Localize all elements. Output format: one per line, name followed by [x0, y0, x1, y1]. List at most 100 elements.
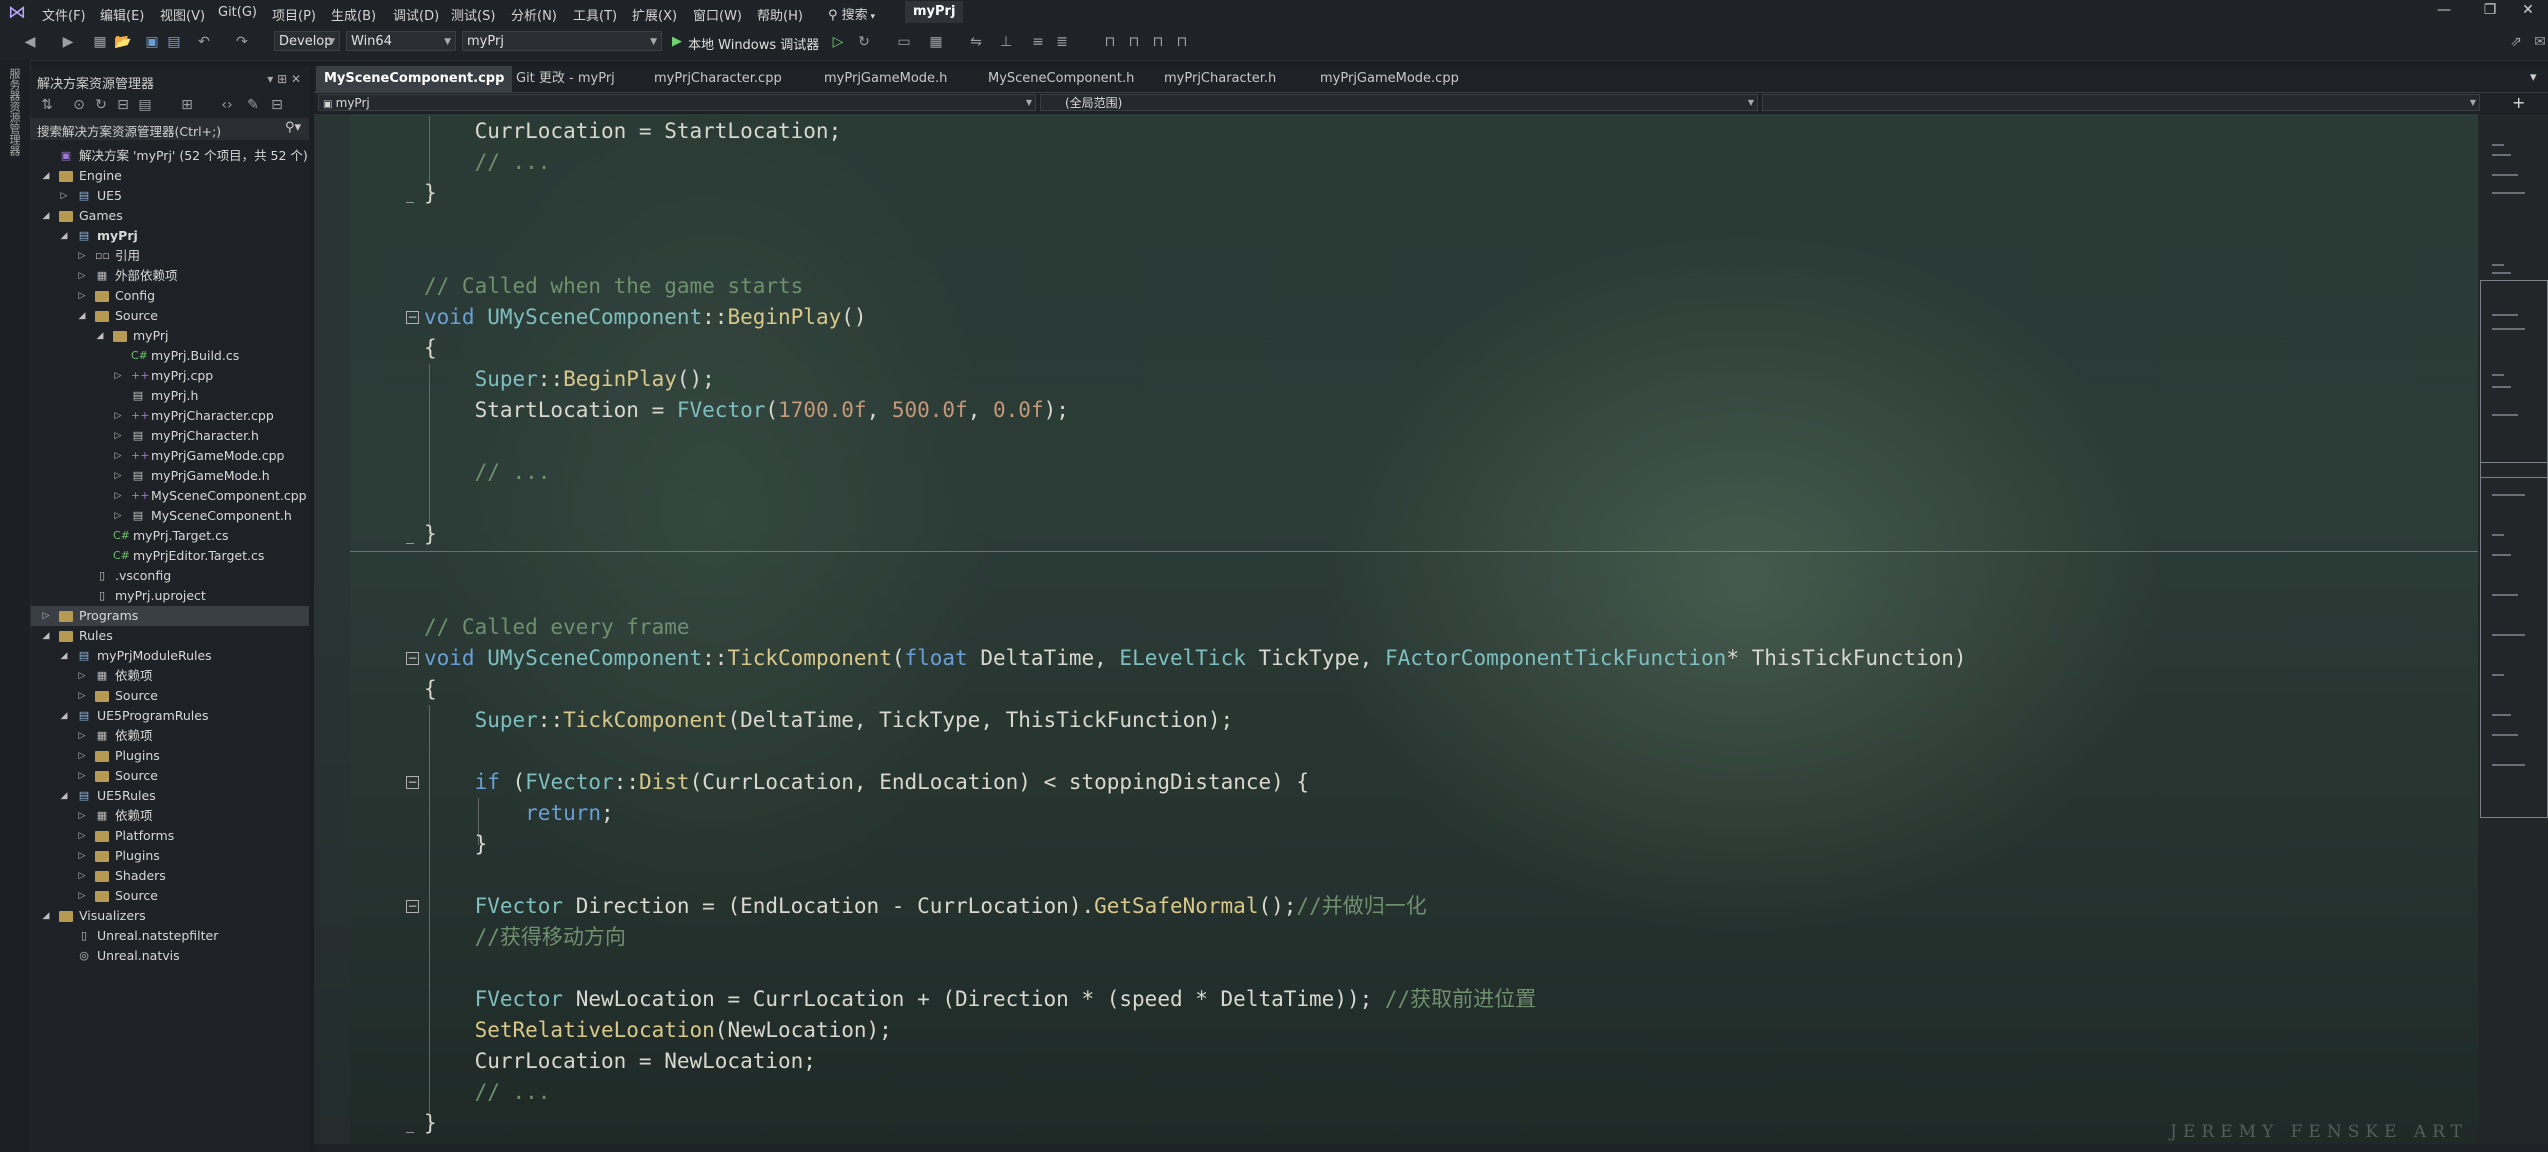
menu-item[interactable]: 调试(D) [393, 5, 439, 24]
history-icon[interactable]: ⊙ [71, 97, 87, 113]
tree-item[interactable]: ◢ ▤ myPrj [31, 226, 309, 246]
undo-icon[interactable]: ↶ [196, 34, 212, 50]
visual-studio-logo-icon[interactable]: ⋈ [8, 3, 30, 23]
tree-item[interactable]: C# myPrjEditor.Target.cs [31, 546, 309, 566]
menu-item[interactable]: 生成(B) [331, 5, 376, 24]
fold-toggle-icon[interactable]: − [406, 311, 419, 324]
menu-item[interactable]: 测试(S) [451, 5, 495, 24]
bookmark-prev-icon[interactable]: ⊓ [1126, 34, 1142, 50]
preview-icon[interactable]: ⊟ [269, 97, 285, 113]
collapsed-arrow-icon[interactable]: ▷ [113, 506, 123, 526]
tree-item[interactable]: ◢ myPrj [31, 326, 309, 346]
tree-item[interactable]: ▷ ++ MySceneComponent.cpp [31, 486, 309, 506]
tree-item[interactable]: C# myPrj.Build.cs [31, 346, 309, 366]
bookmark-clear-icon[interactable]: ⊓ [1174, 34, 1190, 50]
tree-item[interactable]: ▯ .vsconfig [31, 566, 309, 586]
tree-item[interactable]: ▷ Shaders [31, 866, 309, 886]
tree-item[interactable]: ▷ Platforms [31, 826, 309, 846]
bookmark-icon[interactable]: ⊓ [1102, 34, 1118, 50]
tree-item[interactable]: ▷ ▤ myPrjGameMode.h [31, 466, 309, 486]
startup-project-select[interactable]: myPrj ▼ [462, 31, 662, 51]
tree-item[interactable]: ◢ ▤ myPrjModuleRules [31, 646, 309, 666]
collapsed-arrow-icon[interactable]: ▷ [113, 426, 123, 446]
tree-item[interactable]: ◢ Games [31, 206, 309, 226]
tree-item[interactable]: ◢ Engine [31, 166, 309, 186]
feedback-icon[interactable]: ✉ [2532, 34, 2548, 50]
menu-item[interactable]: 视图(V) [160, 5, 205, 24]
tree-item[interactable]: ▤ myPrj.h [31, 386, 309, 406]
expanded-arrow-icon[interactable]: ◢ [59, 786, 69, 806]
collapse-all-icon[interactable]: ⊟ [115, 97, 131, 113]
menu-item[interactable]: 文件(F) [42, 5, 86, 24]
tree-item[interactable]: ▷ ▤ MySceneComponent.h [31, 506, 309, 526]
collapsed-arrow-icon[interactable]: ▷ [77, 246, 87, 266]
configuration-select[interactable]: Develop ▼ [274, 31, 340, 51]
collapsed-arrow-icon[interactable]: ▷ [77, 686, 87, 706]
collapsed-arrow-icon[interactable]: ▷ [113, 446, 123, 466]
show-all-files-icon[interactable]: ▤ [137, 97, 153, 113]
tab[interactable]: myPrjCharacter.cpp [646, 66, 790, 92]
tree-item[interactable]: ▷ ▦ 依赖项 [31, 806, 309, 826]
restore-icon[interactable]: ❐ [2470, 2, 2510, 18]
menu-item[interactable]: 帮助(H) [757, 5, 803, 24]
properties-icon[interactable]: ✎ [245, 97, 261, 113]
collapsed-arrow-icon[interactable]: ▷ [59, 186, 69, 206]
tree-item[interactable]: ◢ ▤ UE5ProgramRules [31, 706, 309, 726]
tree-item[interactable]: ▷ ▦ 依赖项 [31, 666, 309, 686]
tab-overflow-icon[interactable]: ▾ [2530, 70, 2537, 85]
collapsed-arrow-icon[interactable]: ▷ [77, 286, 87, 306]
collapsed-arrow-icon[interactable]: ▷ [113, 406, 123, 426]
align-icon[interactable]: ⊥ [998, 34, 1014, 50]
tree-item[interactable]: ◢ Source [31, 306, 309, 326]
expanded-arrow-icon[interactable]: ◢ [41, 626, 51, 646]
tree-item[interactable]: ▷ ▦ 外部依赖项 [31, 266, 309, 286]
fold-toggle-icon[interactable]: − [406, 652, 419, 665]
tree-item[interactable]: ▷ Plugins [31, 746, 309, 766]
start-debugging-button[interactable]: 本地 Windows 调试器 [688, 34, 819, 53]
tree-item[interactable]: ▣ 解决方案 'myPrj' (52 个项目，共 52 个) [31, 146, 309, 166]
tree-item[interactable]: ◢ Rules [31, 626, 309, 646]
new-project-icon[interactable]: ▦ [92, 34, 108, 50]
collapsed-arrow-icon[interactable]: ▷ [113, 466, 123, 486]
server-explorer-tab[interactable]: 服务器资源管理器 [8, 68, 22, 156]
menu-item[interactable]: 扩展(X) [632, 5, 677, 24]
tree-item[interactable]: ▷ ++ myPrjGameMode.cpp [31, 446, 309, 466]
start-debugging-icon[interactable]: ▶ [672, 34, 682, 49]
minimap-scrollbar[interactable] [2478, 114, 2548, 1144]
fold-toggle-icon[interactable]: − [406, 900, 419, 913]
restart-icon[interactable]: ↻ [856, 34, 872, 50]
tree-item[interactable]: ◢ Visualizers [31, 906, 309, 926]
live-share-icon[interactable]: ⇗ [2508, 34, 2524, 50]
tree-item[interactable]: ▷ Config [31, 286, 309, 306]
tree-item[interactable]: ▷ Source [31, 686, 309, 706]
tree-item[interactable]: ▯ Unreal.natstepfilter [31, 926, 309, 946]
collapsed-arrow-icon[interactable]: ▷ [77, 826, 87, 846]
tab[interactable]: Git 更改 - myPrj [508, 66, 623, 92]
collapsed-arrow-icon[interactable]: ▷ [77, 746, 87, 766]
minimap-viewport[interactable] [2480, 280, 2548, 478]
expanded-arrow-icon[interactable]: ◢ [59, 646, 69, 666]
tree-item[interactable]: ▷ Plugins [31, 846, 309, 866]
collapsed-arrow-icon[interactable]: ▷ [77, 726, 87, 746]
tree-item[interactable]: ▷ ▦ 依赖项 [31, 726, 309, 746]
expanded-arrow-icon[interactable]: ◢ [41, 166, 51, 186]
expanded-arrow-icon[interactable]: ◢ [41, 206, 51, 226]
menu-item[interactable]: 工具(T) [573, 5, 617, 24]
collapsed-arrow-icon[interactable]: ▷ [113, 366, 123, 386]
menu-item[interactable]: 编辑(E) [100, 5, 144, 24]
solution-explorer-search[interactable]: 搜索解决方案资源管理器(Ctrl+;) ⚲▾ [31, 118, 309, 140]
tree-item[interactable]: ◢ ▤ UE5Rules [31, 786, 309, 806]
member-scope-select[interactable]: (全局范围) ▼ [1040, 94, 1758, 111]
back-icon[interactable]: ◀ [22, 34, 38, 50]
platform-select[interactable]: Win64 ▼ [346, 31, 456, 51]
expanded-arrow-icon[interactable]: ◢ [59, 706, 69, 726]
menu-item[interactable]: 分析(N) [511, 5, 557, 24]
hot-reload-icon[interactable]: ⇋ [968, 34, 984, 50]
save-all-icon[interactable]: ▤ [166, 34, 182, 50]
tree-item[interactable]: ▷ Source [31, 766, 309, 786]
menu-item[interactable]: Git(G) [218, 5, 257, 20]
sync-icon[interactable]: ⇅ [39, 97, 55, 113]
collapsed-arrow-icon[interactable]: ▷ [77, 766, 87, 786]
collapsed-arrow-icon[interactable]: ▷ [41, 606, 51, 626]
project-scope-select[interactable]: ▣ myPrj ▼ [318, 94, 1036, 111]
